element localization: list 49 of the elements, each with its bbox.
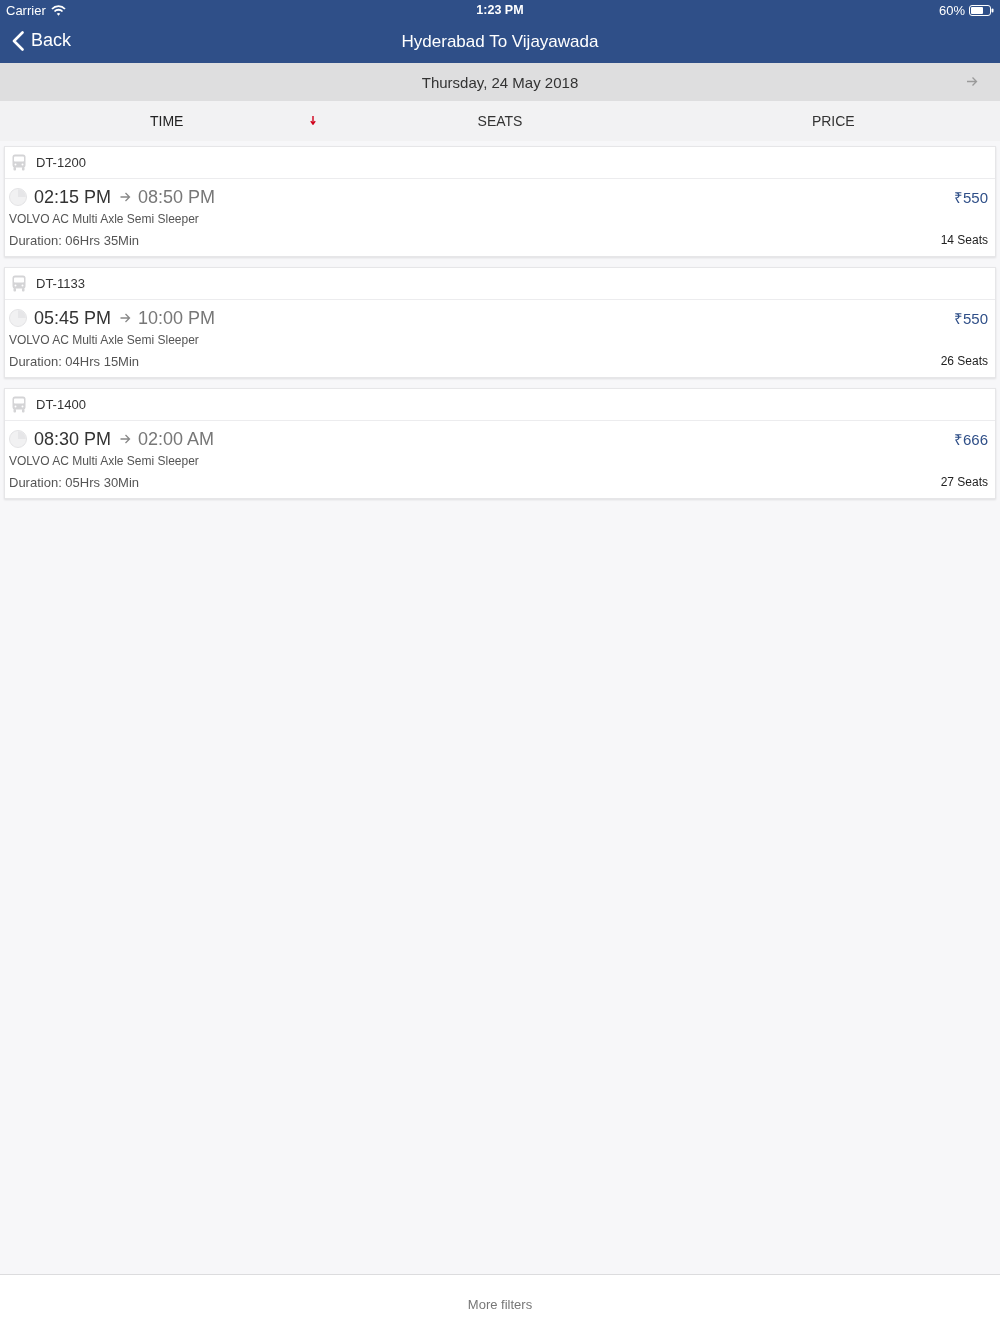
bus-card[interactable]: DT-1200 02:15 PM 08:50 PM ₹550 VOLVO AC Multi Axle Semi Sleeper Duration: 06Hrs 35Min 14 Seats bbox=[4, 146, 996, 257]
screen-title: Hyderabad To Vijayawada bbox=[401, 31, 599, 52]
bus-type: VOLVO AC Multi Axle Semi Sleeper bbox=[9, 212, 199, 226]
bus-icon bbox=[12, 275, 26, 292]
next-day-button[interactable] bbox=[966, 76, 978, 87]
departure-time: 08:30 PM bbox=[34, 428, 112, 450]
bus-code: DT-1133 bbox=[36, 276, 85, 291]
back-button[interactable]: Back bbox=[10, 28, 74, 53]
arrow-right-icon bbox=[120, 313, 132, 323]
bus-icon bbox=[12, 396, 26, 413]
bus-card[interactable]: DT-1400 08:30 PM 02:00 AM ₹666 VOLVO AC Multi Axle Semi Sleeper Duration: 05Hrs 30Min 27 Seats bbox=[4, 388, 996, 499]
selected-date: Thursday, 24 May 2018 bbox=[421, 73, 579, 91]
bus-icon bbox=[12, 154, 26, 171]
fare-price: ₹666 bbox=[953, 430, 988, 449]
trip-duration: Duration: 05Hrs 30Min bbox=[9, 474, 140, 490]
sort-tab[interactable]: TIME bbox=[0, 101, 334, 141]
available-seats: 14 Seats bbox=[940, 233, 988, 247]
arrow-right-icon bbox=[120, 434, 132, 444]
arrow-right-icon bbox=[120, 192, 132, 202]
bus-code: DT-1400 bbox=[36, 397, 86, 412]
more-filters-button[interactable]: More filters bbox=[457, 1291, 543, 1318]
arrival-time: 08:50 PM bbox=[138, 186, 216, 208]
available-seats: 27 Seats bbox=[940, 475, 988, 489]
sort-tab[interactable]: PRICE bbox=[666, 101, 1000, 141]
bus-card[interactable]: DT-1133 05:45 PM 10:00 PM ₹550 VOLVO AC Multi Axle Semi Sleeper Duration: 04Hrs 15Min 26 Seats bbox=[4, 267, 996, 378]
departure-time: 02:15 PM bbox=[34, 186, 112, 208]
trip-duration: Duration: 04Hrs 15Min bbox=[9, 353, 140, 369]
bus-type: VOLVO AC Multi Axle Semi Sleeper bbox=[9, 454, 199, 468]
battery-percent: 60% bbox=[938, 2, 965, 18]
fare-price: ₹550 bbox=[953, 188, 988, 207]
fare-price: ₹550 bbox=[953, 309, 988, 328]
sort-tab[interactable]: SEATS bbox=[333, 101, 667, 141]
clock-icon bbox=[9, 309, 27, 327]
bus-code: DT-1200 bbox=[36, 155, 86, 170]
battery-icon bbox=[969, 4, 994, 16]
arrival-time: 10:00 PM bbox=[138, 307, 216, 329]
available-seats: 26 Seats bbox=[940, 354, 988, 368]
clock-icon bbox=[9, 188, 27, 206]
trip-duration: Duration: 06Hrs 35Min bbox=[9, 232, 140, 248]
chevron-left-icon bbox=[12, 30, 24, 51]
clock-icon bbox=[9, 430, 27, 448]
wifi-icon bbox=[50, 4, 66, 16]
status-time: 1:23 PM bbox=[476, 3, 524, 17]
arrival-time: 02:00 AM bbox=[138, 428, 215, 450]
sort-down-arrow-icon bbox=[310, 116, 317, 125]
arrow-right-icon bbox=[966, 76, 978, 87]
bus-type: VOLVO AC Multi Axle Semi Sleeper bbox=[9, 333, 199, 347]
carrier-name: Carrier bbox=[6, 2, 46, 18]
departure-time: 05:45 PM bbox=[34, 307, 112, 329]
